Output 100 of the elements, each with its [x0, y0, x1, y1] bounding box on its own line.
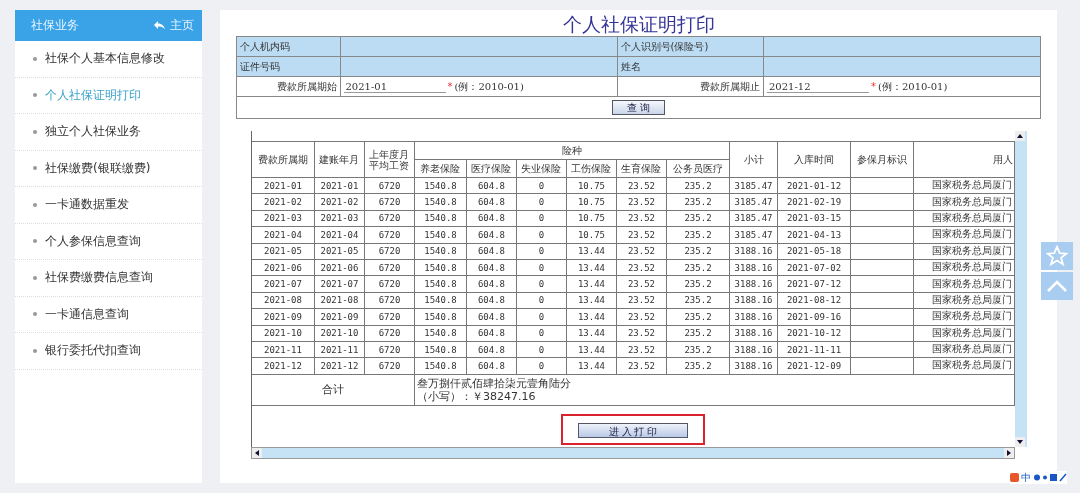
table-cell: 23.52	[616, 259, 667, 276]
table-cell: 2021-09	[251, 308, 315, 325]
table-cell: 604.8	[466, 308, 517, 325]
table-cell: 国家税务总局厦门	[913, 357, 1015, 375]
scroll-left-icon[interactable]	[251, 448, 262, 458]
column-header: 建账年月	[314, 141, 365, 178]
table-cell: 3188.16	[729, 325, 778, 342]
table-cell: 2021-03-15	[777, 210, 851, 227]
table-cell: 0	[516, 357, 567, 375]
table-cell: 2021-03	[251, 210, 315, 227]
table-cell: 2021-11	[251, 341, 315, 358]
sidebar-item[interactable]: 一卡通数据重发	[15, 187, 202, 224]
table-cell: 2021-04	[314, 226, 365, 244]
table-cell: 国家税务总局厦门	[913, 325, 1015, 342]
page-title: 个人社保证明打印	[562, 12, 715, 36]
table-cell: 3188.16	[729, 292, 778, 309]
table-cell: 6720	[364, 325, 415, 342]
table-cell: 0	[516, 341, 567, 358]
table-cell: 235.2	[666, 308, 730, 325]
table-cell: 国家税务总局厦门	[913, 259, 1015, 276]
table-cell: 604.8	[466, 193, 517, 211]
table-cell: 2021-02-19	[777, 193, 851, 211]
table-cell: 235.2	[666, 210, 730, 227]
table-cell: 235.2	[666, 193, 730, 211]
field-label: 费款所属期始	[236, 76, 340, 97]
field-label: 证件号码	[236, 56, 340, 77]
table-cell: 1540.8	[414, 210, 467, 227]
table-cell: 1540.8	[414, 292, 467, 309]
table-cell: 2021-10	[251, 325, 315, 342]
table-cell: 6720	[364, 243, 415, 260]
table-cell: 3188.16	[729, 308, 778, 325]
table-cell: 3185.47	[729, 193, 778, 211]
table-cell: 23.52	[616, 308, 667, 325]
table-cell: 2021-05-18	[777, 243, 851, 260]
sidebar-item[interactable]: 个人参保信息查询	[15, 223, 202, 260]
sidebar-item[interactable]: 社保个人基本信息修改	[15, 41, 202, 78]
table-cell: 2021-10	[314, 325, 365, 342]
table-cell: 0	[516, 259, 567, 276]
column-header: 失业保险	[516, 159, 567, 178]
column-header: 生育保险	[616, 159, 667, 178]
ime-mode-label[interactable]: 中	[1021, 472, 1031, 483]
scroll-up-icon[interactable]	[1014, 131, 1025, 141]
table-cell	[850, 292, 914, 309]
star-icon	[1046, 245, 1068, 267]
table-cell: 3188.16	[729, 243, 778, 260]
table-cell: 2021-01	[314, 177, 365, 194]
table-cell: 604.8	[466, 357, 517, 375]
table-cell	[850, 193, 914, 211]
column-header: 用人	[913, 141, 1015, 178]
table-cell: 2021-06	[314, 259, 365, 276]
table-cell: 6720	[364, 341, 415, 358]
table-cell: 1540.8	[414, 226, 467, 244]
table-cell: 23.52	[616, 275, 667, 293]
table-cell: 国家税务总局厦门	[913, 177, 1015, 194]
table-cell: 235.2	[666, 226, 730, 244]
table-cell: 2021-11-11	[777, 341, 851, 358]
table-cell: 1540.8	[414, 275, 467, 293]
table-cell: 2021-08-12	[777, 292, 851, 309]
table-cell: 3185.47	[729, 177, 778, 194]
table-cell	[850, 325, 914, 342]
table-cell: 2021-03	[314, 210, 365, 227]
table-cell: 6720	[364, 193, 415, 211]
chevron-up-icon	[1046, 279, 1068, 293]
table-cell: 13.44	[566, 341, 617, 358]
table-cell: 3188.16	[729, 357, 778, 375]
table-cell: 13.44	[566, 275, 617, 293]
table-cell: 235.2	[666, 243, 730, 260]
table-cell: 国家税务总局厦门	[913, 193, 1015, 211]
table-cell: 23.52	[616, 210, 667, 227]
sidebar-item[interactable]: 银行委托代扣查询	[15, 333, 202, 370]
table-cell: 1540.8	[414, 259, 467, 276]
table-cell: 10.75	[566, 210, 617, 227]
table-cell: 23.52	[616, 341, 667, 358]
total-label: 合计	[251, 374, 415, 406]
table-cell: 235.2	[666, 292, 730, 309]
table-cell: 3188.16	[729, 259, 778, 276]
sidebar-item[interactable]: 一卡通信息查询	[15, 296, 202, 333]
table-cell: 13.44	[566, 308, 617, 325]
table-cell: 604.8	[466, 243, 517, 260]
print-button[interactable]: 进 入 打 印	[578, 422, 688, 438]
table-cell: 604.8	[466, 292, 517, 309]
ime-tools-icon[interactable]	[1033, 473, 1067, 482]
sidebar-item[interactable]: 社保缴费(银联缴费)	[15, 150, 202, 187]
query-button[interactable]: 查 询	[612, 100, 665, 115]
sidebar-item[interactable]: 独立个人社保业务	[15, 114, 202, 151]
table-cell: 1540.8	[414, 325, 467, 342]
table-cell: 3188.16	[729, 275, 778, 293]
table-cell: 国家税务总局厦门	[913, 226, 1015, 244]
column-group-header: 险种	[414, 141, 730, 160]
sidebar-item[interactable]: 社保费缴费信息查询	[15, 260, 202, 297]
scroll-down-icon[interactable]	[1014, 437, 1025, 447]
table-cell	[850, 275, 914, 293]
table-cell: 0	[516, 193, 567, 211]
table-cell: 13.44	[566, 259, 617, 276]
table-cell: 13.44	[566, 357, 617, 375]
table-cell	[850, 177, 914, 194]
table-cell: 国家税务总局厦门	[913, 243, 1015, 260]
table-cell: 604.8	[466, 275, 517, 293]
scroll-right-icon[interactable]	[1003, 448, 1014, 458]
horizontal-scrollbar[interactable]	[250, 447, 1015, 459]
